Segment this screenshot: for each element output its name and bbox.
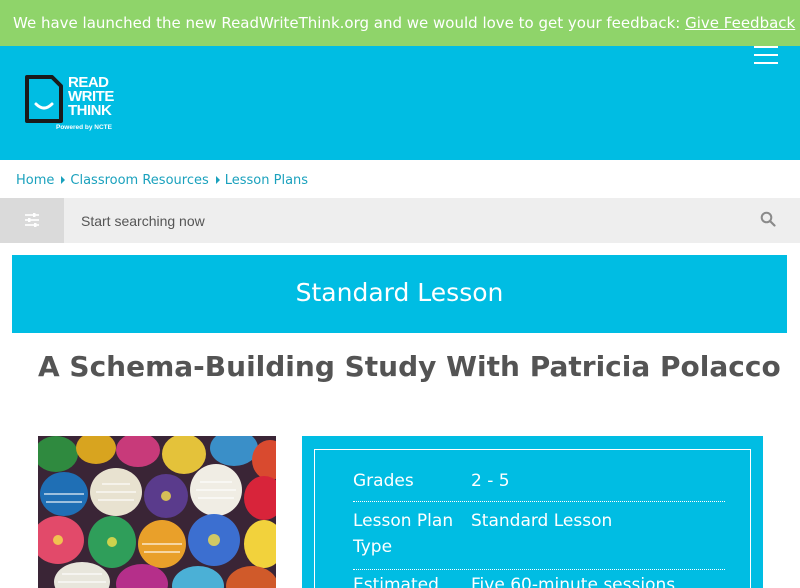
details-row-grades: Grades 2 - 5 — [353, 468, 725, 502]
feedback-banner-text: We have launched the new ReadWriteThink.… — [13, 14, 686, 32]
details-value: 2 - 5 — [471, 471, 510, 491]
easter-eggs-image — [38, 436, 276, 588]
caret-right-icon — [61, 176, 66, 184]
lesson-type-banner: Standard Lesson — [12, 255, 787, 333]
site-header: READ WRITE THINK Powered by NCTE — [0, 46, 800, 160]
feedback-banner: We have launched the new ReadWriteThink.… — [0, 0, 800, 46]
search-bar — [0, 198, 800, 243]
details-key: Lesson Plan Type — [353, 511, 454, 557]
lesson-details-panel: Grades 2 - 5 Lesson Plan Type Standard L… — [302, 436, 763, 588]
logo-word-think: THINK — [68, 102, 112, 119]
breadcrumb: Home Classroom Resources Lesson Plans — [16, 170, 308, 190]
lesson-details-box: Grades 2 - 5 Lesson Plan Type Standard L… — [314, 449, 751, 588]
caret-right-icon — [215, 176, 220, 184]
sliders-icon — [25, 213, 39, 227]
breadcrumb-classroom-resources[interactable]: Classroom Resources — [70, 173, 208, 188]
decorated-eggs-illustration — [38, 436, 276, 588]
readwritethink-logo[interactable]: READ WRITE THINK Powered by NCTE — [24, 74, 134, 136]
page-title: A Schema-Building Study With Patricia Po… — [38, 350, 781, 383]
search-input[interactable] — [64, 198, 744, 243]
breadcrumb-home[interactable]: Home — [16, 173, 54, 188]
details-key: Grades — [353, 471, 414, 491]
details-row-estimated-time: Estimated Five 60-minute sessions — [353, 572, 725, 588]
breadcrumb-lesson-plans[interactable]: Lesson Plans — [225, 173, 308, 188]
filter-button[interactable] — [0, 198, 64, 243]
details-value: Standard Lesson — [471, 511, 613, 531]
details-row-lesson-plan-type: Lesson Plan Type Standard Lesson — [353, 508, 725, 570]
details-key: Estimated — [353, 575, 439, 588]
logo-page-icon — [25, 75, 63, 123]
give-feedback-link[interactable]: Give Feedback — [685, 14, 795, 32]
hamburger-menu-icon[interactable] — [754, 46, 778, 68]
logo-tagline: Powered by NCTE — [56, 124, 112, 131]
details-value: Five 60-minute sessions — [471, 575, 676, 588]
search-icon[interactable] — [760, 211, 776, 227]
